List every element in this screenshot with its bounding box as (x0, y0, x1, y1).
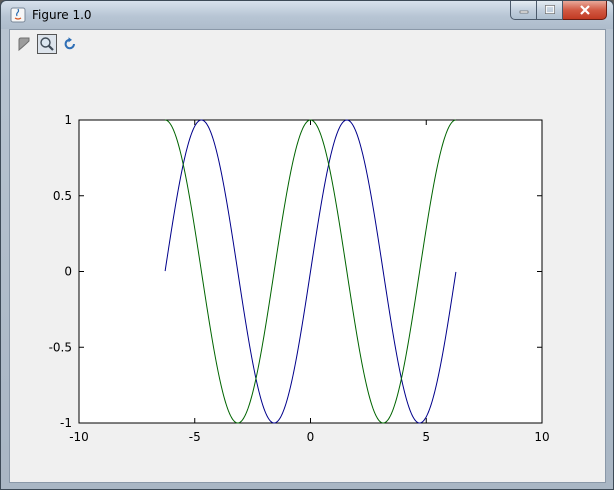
close-icon (579, 5, 590, 15)
java-app-icon (10, 7, 26, 23)
maximize-button[interactable] (537, 1, 563, 20)
figure-client-area: -10 -5 0 5 10 -1 -0.5 0 0.5 1 (9, 29, 606, 483)
minimize-button[interactable] (510, 1, 537, 20)
plot-canvas[interactable]: -10 -5 0 5 10 -1 -0.5 0 0.5 1 (10, 30, 605, 482)
x-tick-label: 10 (534, 430, 549, 444)
close-button[interactable] (563, 1, 607, 20)
window-controls (510, 1, 607, 21)
figure-window: Figure 1.0 -10 -5 0 5 10 -1 -0.5 0 0.5 1 (0, 0, 614, 490)
title-bar[interactable]: Figure 1.0 (1, 1, 613, 29)
y-tick-label: 0 (64, 265, 72, 279)
y-tick-label: -0.5 (49, 340, 72, 354)
x-tick-label: -10 (69, 430, 89, 444)
minimize-icon (519, 10, 528, 14)
x-tick-label: 5 (422, 430, 430, 444)
y-tick-label: 1 (64, 113, 72, 127)
maximize-icon (544, 5, 555, 14)
y-tick-label: -1 (60, 416, 72, 430)
x-tick-label: -5 (189, 430, 201, 444)
x-tick-label: 0 (307, 430, 315, 444)
window-title: Figure 1.0 (32, 8, 92, 22)
y-tick-label: 0.5 (53, 189, 72, 203)
